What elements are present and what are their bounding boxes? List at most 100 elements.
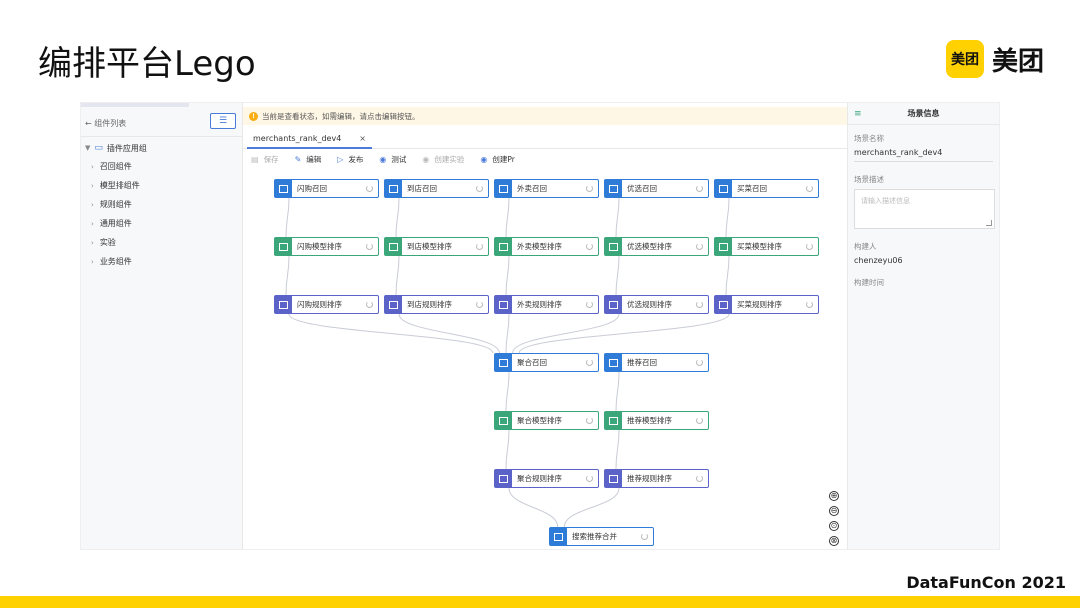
node-component-icon [715, 238, 732, 255]
test-icon: ◉ [379, 154, 387, 164]
scene-desc-textarea[interactable]: 请输入描述信息 [854, 189, 995, 229]
tree-item-label: 召回组件 [99, 162, 132, 171]
flow-node[interactable]: 买菜模型排序 [714, 237, 819, 256]
flow-node[interactable]: 到店召回 [384, 179, 489, 198]
node-label: 推荐召回 [627, 358, 657, 367]
toolbar-button-test[interactable]: ◉ 测试 [379, 154, 406, 165]
monitor-icon: ▭ [94, 143, 103, 153]
chevron-right-icon: › [91, 257, 94, 266]
scene-name-value: merchants_rank_dev4 [854, 148, 943, 157]
node-label: 闪购模型排序 [297, 242, 342, 251]
flow-node[interactable]: 推荐规则排序 [604, 469, 709, 488]
flow-edge [285, 197, 290, 238]
toolbar-button-experiment[interactable]: ◉ 创建实验 [422, 154, 464, 165]
flow-node[interactable]: 闪购规则排序 [274, 295, 379, 314]
filter-icon: ☰ [218, 116, 228, 126]
flow-edge [288, 313, 494, 354]
zoom-controls: ⊕ ⊖ ⊙ ⊗ [829, 491, 839, 546]
toolbar-button-save[interactable]: ▤ 保存 [251, 154, 279, 165]
toolbar-button-label: 测试 [391, 154, 407, 164]
reset-view-icon[interactable]: ⊗ [829, 536, 839, 546]
filter-button[interactable]: ☰ [210, 113, 236, 129]
node-component-icon [715, 180, 732, 197]
scene-info-panel: ≡ 场景信息 场景名称 merchants_rank_dev4 场景描述 请输入… [847, 103, 999, 549]
flow-node[interactable]: 买菜召回 [714, 179, 819, 198]
node-label: 聚合规则排序 [517, 474, 562, 483]
node-status-icon [806, 243, 813, 250]
created-time-label: 构建时间 [854, 278, 884, 287]
tree-item[interactable]: › 规则组件 [81, 195, 242, 214]
flow-node[interactable]: 买菜规则排序 [714, 295, 819, 314]
left-tab-indicator [81, 103, 189, 107]
footer-conference: DataFunCon 2021 [906, 573, 1066, 592]
tab-merchants-rank-dev4[interactable]: merchants_rank_dev4 × [247, 129, 372, 149]
node-component-icon [605, 470, 622, 487]
meituan-logo: 美团 美团 [946, 40, 1044, 78]
node-label: 推荐规则排序 [627, 474, 672, 483]
flow-edge [505, 313, 510, 354]
flow-node[interactable]: 推荐召回 [604, 353, 709, 372]
flow-node[interactable]: 搜索推荐合并 [549, 527, 654, 546]
zoom-out-icon[interactable]: ⊖ [829, 506, 839, 516]
toolbar-button-label: 编辑 [306, 154, 322, 164]
tree-root-plugin-group[interactable]: ▼ ▭ 插件应用组 [81, 139, 242, 157]
flow-node[interactable]: 闪购召回 [274, 179, 379, 198]
node-status-icon [476, 185, 483, 192]
node-component-icon [495, 238, 512, 255]
chevron-down-icon: ▼ [85, 144, 91, 152]
flow-node[interactable]: 聚合模型排序 [494, 411, 599, 430]
flow-node[interactable]: 到店模型排序 [384, 237, 489, 256]
fit-view-icon[interactable]: ⊙ [829, 521, 839, 531]
tree-item[interactable]: › 通用组件 [81, 214, 242, 233]
toolbar-button-label: 发布 [348, 154, 364, 164]
publish-icon: ▷ [337, 154, 344, 164]
node-component-icon [385, 296, 402, 313]
flow-node[interactable]: 推荐模型排序 [604, 411, 709, 430]
flow-node[interactable]: 优选模型排序 [604, 237, 709, 256]
flow-node[interactable]: 外卖召回 [494, 179, 599, 198]
flow-node[interactable]: 聚合召回 [494, 353, 599, 372]
flow-edge [725, 255, 730, 296]
node-label: 聚合模型排序 [517, 416, 562, 425]
flow-node[interactable]: 外卖模型排序 [494, 237, 599, 256]
toolbar-button-pr[interactable]: ◉ 创建Pr [480, 154, 514, 165]
flow-node[interactable]: 优选规则排序 [604, 295, 709, 314]
flow-edge [285, 255, 290, 296]
node-component-icon [275, 238, 292, 255]
flow-node[interactable]: 聚合规则排序 [494, 469, 599, 488]
scene-name-underline [854, 161, 993, 162]
node-label: 外卖模型排序 [517, 242, 562, 251]
node-component-icon [275, 296, 292, 313]
flow-edge [725, 197, 730, 238]
node-component-icon [605, 238, 622, 255]
tree-item[interactable]: › 模型排组件 [81, 176, 242, 195]
flow-canvas[interactable]: 闪购召回 到店召回 外卖召回 优选召回 买菜召回 闪购模型排序 到店模型排序 外卖模型排序 优选… [243, 169, 849, 549]
flow-node[interactable]: 优选召回 [604, 179, 709, 198]
node-status-icon [586, 243, 593, 250]
tree-item[interactable]: › 业务组件 [81, 252, 242, 271]
flow-node[interactable]: 闪购模型排序 [274, 237, 379, 256]
creator-value: chenzeyu06 [854, 256, 903, 265]
node-label: 外卖规则排序 [517, 300, 562, 309]
zoom-in-icon[interactable]: ⊕ [829, 491, 839, 501]
toolbar-button-publish[interactable]: ▷ 发布 [337, 154, 363, 165]
toolbar-button-edit[interactable]: ✎ 编辑 [295, 154, 322, 165]
node-component-icon [495, 470, 512, 487]
tree-root-label: 插件应用组 [106, 143, 147, 153]
flow-node[interactable]: 到店规则排序 [384, 295, 489, 314]
toolbar-button-label: 保存 [263, 154, 279, 164]
tree-item-label: 模型排组件 [99, 181, 140, 190]
node-status-icon [366, 185, 373, 192]
node-status-icon [586, 301, 593, 308]
node-label: 闪购召回 [297, 184, 327, 193]
logo-text: 美团 [992, 46, 1045, 77]
tree-item[interactable]: › 召回组件 [81, 157, 242, 176]
tab-bar: merchants_rank_dev4 × [243, 129, 849, 149]
close-icon[interactable]: × [359, 134, 366, 143]
node-status-icon [806, 301, 813, 308]
flow-edge [508, 487, 559, 528]
node-component-icon [605, 354, 622, 371]
flow-node[interactable]: 外卖规则排序 [494, 295, 599, 314]
chevron-right-icon: › [91, 200, 94, 209]
tree-item[interactable]: › 实验 [81, 233, 242, 252]
